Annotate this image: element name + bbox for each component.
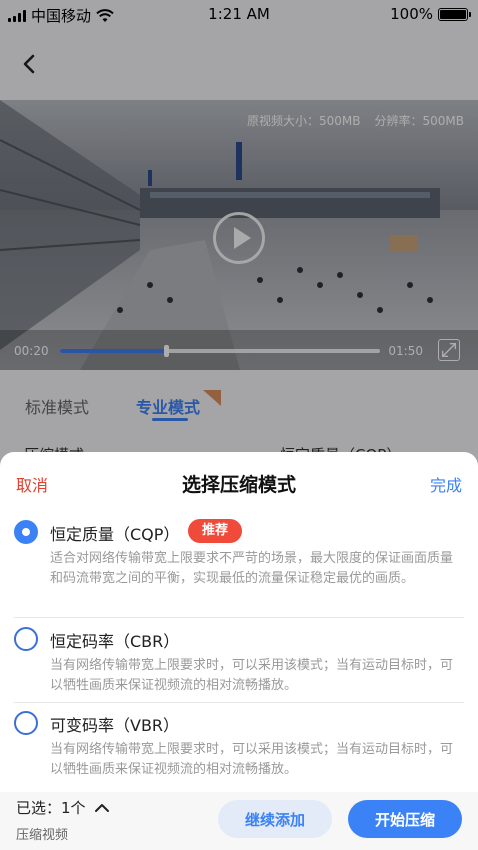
sheet-header: 取消 选择压缩模式 完成 — [0, 452, 478, 510]
radio-cbr[interactable] — [14, 627, 38, 651]
option-vbr-desc: 当有网络传输带宽上限要求时，可以采用该模式；当有运动目标时，可以牺牲画质来保证视… — [50, 742, 454, 777]
option-cbr[interactable]: 恒定码率（CBR） 当有网络传输带宽上限要求时，可以采用该模式；当有运动目标时，… — [0, 618, 478, 700]
compress-video-label: 压缩视频 — [16, 828, 69, 843]
sheet-title: 选择压缩模式 — [181, 474, 296, 496]
option-cqp-title: 恒定质量（CQP） — [50, 525, 180, 544]
option-vbr-title: 可变码率（VBR） — [50, 716, 180, 735]
start-compress-button[interactable]: 开始压缩 — [348, 800, 462, 838]
option-cbr-title: 恒定码率（CBR） — [50, 632, 180, 651]
bottom-action-bar: 已选：1个 压缩视频 继续添加 开始压缩 — [0, 792, 478, 850]
radio-vbr[interactable] — [14, 711, 38, 735]
option-cbr-desc: 当有网络传输带宽上限要求时，可以采用该模式；当有运动目标时，可以牺牲画质来保证视… — [50, 658, 454, 693]
option-cqp[interactable]: 恒定质量（CQP） 推荐 适合对网络传输带宽上限要求不严苛的场景，最大限度的保证… — [0, 510, 478, 616]
selected-count[interactable]: 已选：1个 — [16, 797, 110, 818]
option-cqp-desc: 适合对网络传输带宽上限要求不严苛的场景，最大限度的保证画面质量和码流带宽之间的平… — [50, 551, 454, 586]
recommend-badge: 推荐 — [188, 519, 243, 543]
radio-cqp[interactable] — [14, 520, 38, 544]
chevron-up-icon[interactable] — [94, 800, 110, 816]
option-vbr[interactable]: 可变码率（VBR） 当有网络传输带宽上限要求时，可以采用该模式；当有运动目标时，… — [0, 703, 478, 785]
selected-count-label: 已选：1个 — [16, 799, 86, 817]
continue-add-button[interactable]: 继续添加 — [218, 800, 332, 838]
done-button[interactable]: 完成 — [430, 472, 462, 496]
compress-mode-sheet: 取消 选择压缩模式 完成 恒定质量（CQP） 推荐 适合对网络传输带宽上限要求不… — [0, 452, 478, 792]
